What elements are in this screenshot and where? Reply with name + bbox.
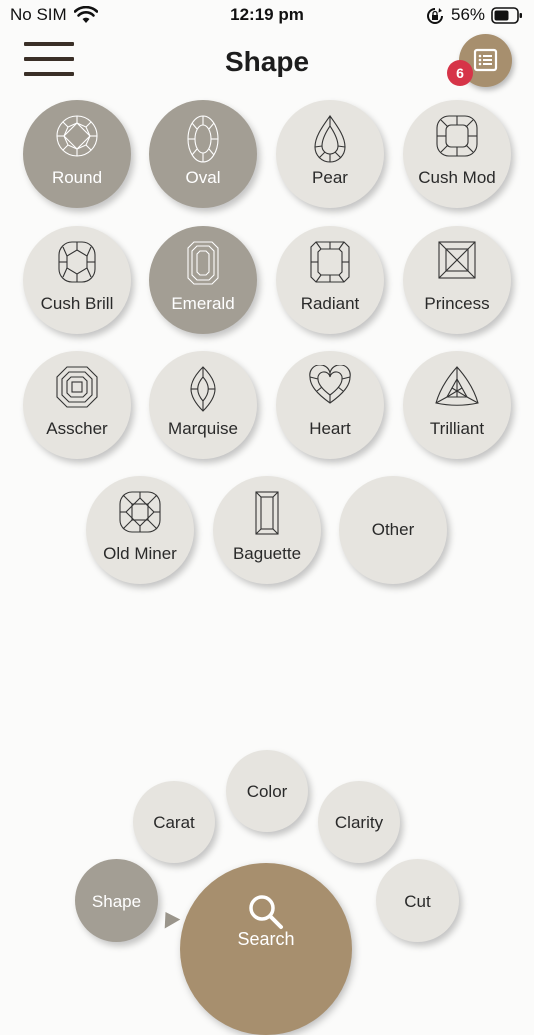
marquise-cut-icon	[190, 366, 216, 412]
shape-label: Princess	[424, 294, 490, 313]
nav-color-button[interactable]: Color	[226, 750, 308, 832]
nav-carat-button[interactable]: Carat	[133, 781, 215, 863]
shape-label: Oval	[185, 168, 221, 187]
shape-label: Trilliant	[429, 419, 485, 438]
cushion-modified-cut-icon	[436, 115, 478, 157]
shape-baguette-button[interactable]: Baguette	[213, 476, 321, 584]
trilliant-cut-icon	[435, 366, 479, 406]
cushion-brilliant-cut-icon	[58, 241, 96, 283]
oval-cut-icon	[187, 115, 219, 163]
nav-cut-button[interactable]: Cut	[376, 859, 459, 942]
shape-other-button[interactable]: Other	[339, 476, 447, 584]
pear-cut-icon	[314, 115, 346, 163]
asscher-cut-icon	[56, 366, 98, 408]
shape-label: Cush Mod	[418, 168, 496, 187]
baguette-cut-icon	[255, 491, 279, 535]
list-icon	[473, 48, 498, 72]
shape-label: Asscher	[46, 419, 108, 438]
battery-percent: 56%	[451, 5, 486, 24]
princess-cut-icon	[438, 241, 476, 279]
nav-clarity-button[interactable]: Clarity	[318, 781, 400, 863]
search-button[interactable]: Search	[180, 863, 352, 1035]
battery-icon	[491, 7, 522, 24]
active-tab-pointer	[157, 907, 181, 929]
shape-label: Pear	[312, 168, 348, 187]
shape-label: Heart	[309, 419, 351, 438]
shape-label: Other	[371, 520, 415, 539]
emerald-cut-icon	[187, 241, 219, 285]
search-label: Search	[237, 929, 295, 949]
shape-asscher-button[interactable]: Asscher	[23, 351, 131, 459]
shape-heart-button[interactable]: Heart	[276, 351, 384, 459]
orientation-lock-icon	[427, 8, 443, 24]
count-badge: 6	[447, 60, 473, 86]
shape-trilliant-button[interactable]: Trilliant	[403, 351, 511, 459]
search-icon	[249, 895, 283, 929]
shape-label: Baguette	[232, 544, 302, 563]
old-miner-cut-icon	[119, 491, 161, 533]
shape-round-button[interactable]: Round	[23, 100, 131, 208]
nav-shape-button[interactable]: Shape	[75, 859, 158, 942]
shape-label: Old Miner	[103, 544, 177, 563]
shape-cush-brill-button[interactable]: Cush Brill	[23, 226, 131, 334]
heart-cut-icon	[309, 365, 351, 404]
nav-label: Cut	[404, 892, 431, 911]
shape-cush-mod-button[interactable]: Cush Mod	[403, 100, 511, 208]
nav-label: Color	[246, 782, 288, 801]
nav-label: Clarity	[334, 813, 384, 832]
radiant-cut-icon	[310, 241, 350, 283]
shape-label: Cush Brill	[40, 294, 114, 313]
shape-label: Emerald	[171, 294, 235, 313]
shape-princess-button[interactable]: Princess	[403, 226, 511, 334]
shape-marquise-button[interactable]: Marquise	[149, 351, 257, 459]
shape-old-miner-button[interactable]: Old Miner	[86, 476, 194, 584]
shape-emerald-button[interactable]: Emerald	[149, 226, 257, 334]
status-bar: No SIM 12:19 pm 56%	[0, 0, 534, 32]
round-cut-icon	[56, 115, 98, 157]
shape-radiant-button[interactable]: Radiant	[276, 226, 384, 334]
shape-label: Round	[51, 168, 103, 187]
shape-label: Radiant	[300, 294, 360, 313]
shape-oval-button[interactable]: Oval	[149, 100, 257, 208]
nav-label: Shape	[91, 892, 142, 911]
nav-label: Carat	[153, 813, 195, 832]
shape-label: Marquise	[168, 419, 238, 438]
shape-pear-button[interactable]: Pear	[276, 100, 384, 208]
